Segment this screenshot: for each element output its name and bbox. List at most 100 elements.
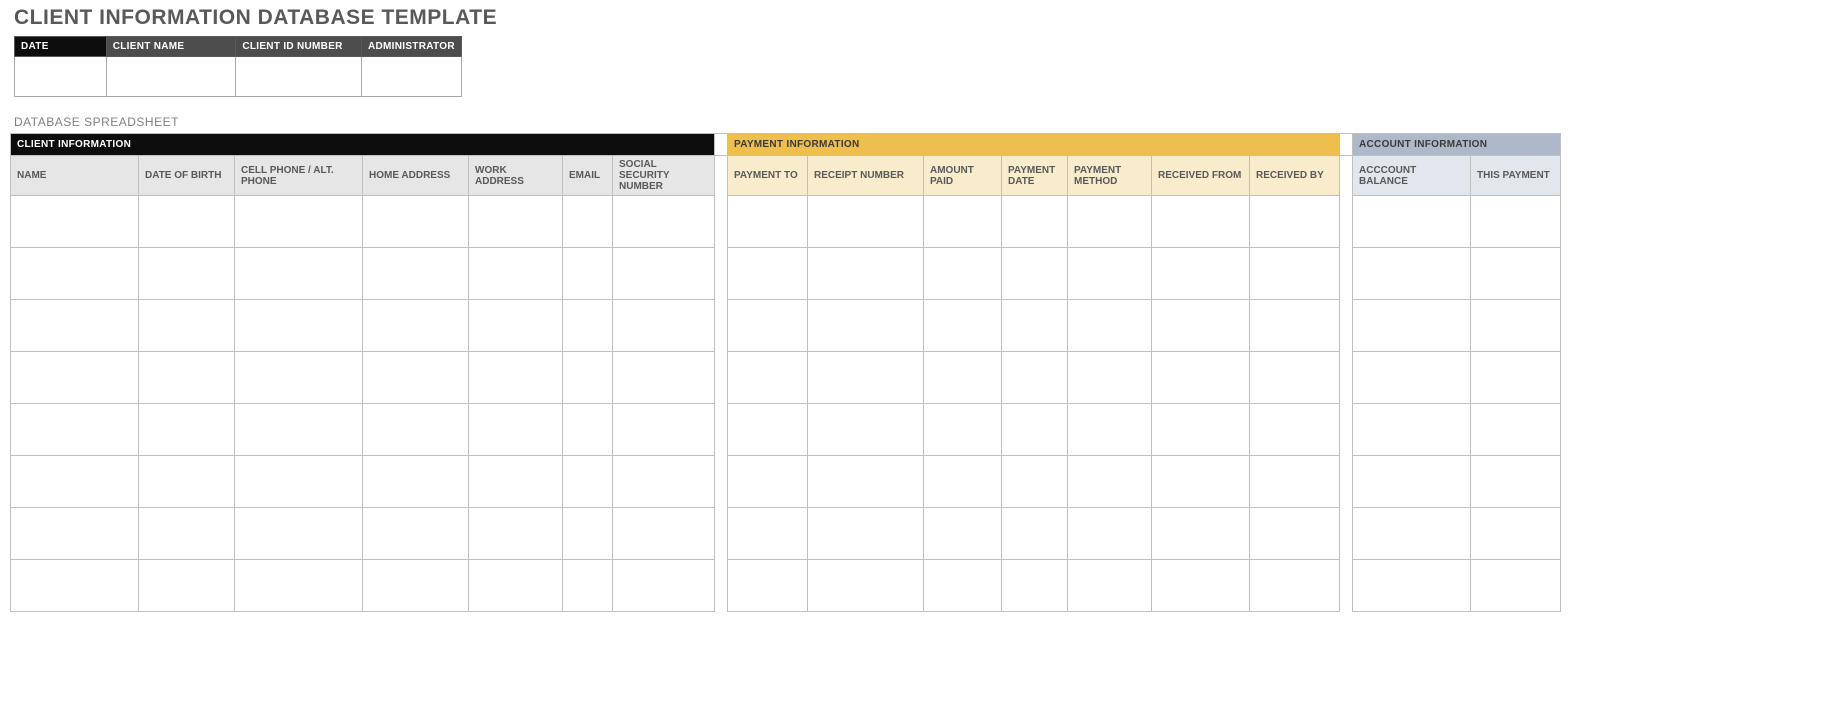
- cell[interactable]: [1471, 404, 1561, 456]
- cell[interactable]: [808, 248, 924, 300]
- cell[interactable]: [1068, 248, 1152, 300]
- cell[interactable]: [728, 508, 808, 560]
- cell[interactable]: [1152, 248, 1250, 300]
- cell[interactable]: [363, 508, 469, 560]
- cell[interactable]: [728, 560, 808, 612]
- cell[interactable]: [1068, 300, 1152, 352]
- cell[interactable]: [1250, 248, 1340, 300]
- cell[interactable]: [363, 300, 469, 352]
- cell[interactable]: [1250, 508, 1340, 560]
- cell[interactable]: [808, 300, 924, 352]
- cell[interactable]: [613, 456, 715, 508]
- cell[interactable]: [469, 300, 563, 352]
- cell[interactable]: [613, 404, 715, 456]
- cell[interactable]: [139, 456, 235, 508]
- cell[interactable]: [139, 248, 235, 300]
- cell[interactable]: [139, 300, 235, 352]
- cell[interactable]: [363, 196, 469, 248]
- meta-cell-date[interactable]: [15, 57, 107, 97]
- cell[interactable]: [924, 352, 1002, 404]
- cell[interactable]: [728, 248, 808, 300]
- cell[interactable]: [1471, 508, 1561, 560]
- cell[interactable]: [1471, 560, 1561, 612]
- cell[interactable]: [363, 352, 469, 404]
- cell[interactable]: [1002, 248, 1068, 300]
- cell[interactable]: [11, 456, 139, 508]
- cell[interactable]: [808, 404, 924, 456]
- cell[interactable]: [1152, 456, 1250, 508]
- cell[interactable]: [1002, 300, 1068, 352]
- cell[interactable]: [563, 404, 613, 456]
- cell[interactable]: [1353, 196, 1471, 248]
- cell[interactable]: [563, 248, 613, 300]
- cell[interactable]: [1068, 352, 1152, 404]
- cell[interactable]: [235, 456, 363, 508]
- cell[interactable]: [1002, 508, 1068, 560]
- cell[interactable]: [1152, 560, 1250, 612]
- cell[interactable]: [613, 196, 715, 248]
- cell[interactable]: [728, 352, 808, 404]
- cell[interactable]: [363, 560, 469, 612]
- cell[interactable]: [11, 248, 139, 300]
- cell[interactable]: [563, 300, 613, 352]
- meta-cell-client-name[interactable]: [106, 57, 236, 97]
- cell[interactable]: [1353, 508, 1471, 560]
- cell[interactable]: [1250, 300, 1340, 352]
- cell[interactable]: [728, 456, 808, 508]
- cell[interactable]: [1002, 352, 1068, 404]
- cell[interactable]: [235, 300, 363, 352]
- cell[interactable]: [1068, 456, 1152, 508]
- cell[interactable]: [1250, 196, 1340, 248]
- cell[interactable]: [1152, 196, 1250, 248]
- meta-cell-administrator[interactable]: [361, 57, 461, 97]
- cell[interactable]: [1353, 456, 1471, 508]
- cell[interactable]: [11, 560, 139, 612]
- cell[interactable]: [469, 560, 563, 612]
- cell[interactable]: [613, 300, 715, 352]
- cell[interactable]: [1068, 196, 1152, 248]
- cell[interactable]: [139, 508, 235, 560]
- cell[interactable]: [363, 404, 469, 456]
- cell[interactable]: [728, 196, 808, 248]
- cell[interactable]: [924, 248, 1002, 300]
- cell[interactable]: [808, 560, 924, 612]
- cell[interactable]: [139, 352, 235, 404]
- cell[interactable]: [469, 352, 563, 404]
- cell[interactable]: [1002, 456, 1068, 508]
- cell[interactable]: [1471, 352, 1561, 404]
- cell[interactable]: [235, 404, 363, 456]
- cell[interactable]: [363, 456, 469, 508]
- cell[interactable]: [1353, 248, 1471, 300]
- cell[interactable]: [1068, 508, 1152, 560]
- cell[interactable]: [469, 456, 563, 508]
- cell[interactable]: [11, 508, 139, 560]
- cell[interactable]: [924, 196, 1002, 248]
- cell[interactable]: [11, 196, 139, 248]
- cell[interactable]: [613, 508, 715, 560]
- cell[interactable]: [613, 560, 715, 612]
- cell[interactable]: [808, 456, 924, 508]
- cell[interactable]: [808, 508, 924, 560]
- cell[interactable]: [235, 196, 363, 248]
- cell[interactable]: [139, 196, 235, 248]
- cell[interactable]: [924, 508, 1002, 560]
- cell[interactable]: [1152, 300, 1250, 352]
- cell[interactable]: [563, 508, 613, 560]
- cell[interactable]: [924, 560, 1002, 612]
- cell[interactable]: [139, 404, 235, 456]
- cell[interactable]: [808, 352, 924, 404]
- cell[interactable]: [1250, 404, 1340, 456]
- cell[interactable]: [235, 248, 363, 300]
- cell[interactable]: [235, 560, 363, 612]
- cell[interactable]: [469, 248, 563, 300]
- cell[interactable]: [728, 300, 808, 352]
- cell[interactable]: [11, 404, 139, 456]
- meta-cell-client-id[interactable]: [236, 57, 362, 97]
- cell[interactable]: [1353, 404, 1471, 456]
- cell[interactable]: [728, 404, 808, 456]
- cell[interactable]: [11, 352, 139, 404]
- cell[interactable]: [924, 404, 1002, 456]
- cell[interactable]: [235, 352, 363, 404]
- cell[interactable]: [1250, 560, 1340, 612]
- cell[interactable]: [1471, 456, 1561, 508]
